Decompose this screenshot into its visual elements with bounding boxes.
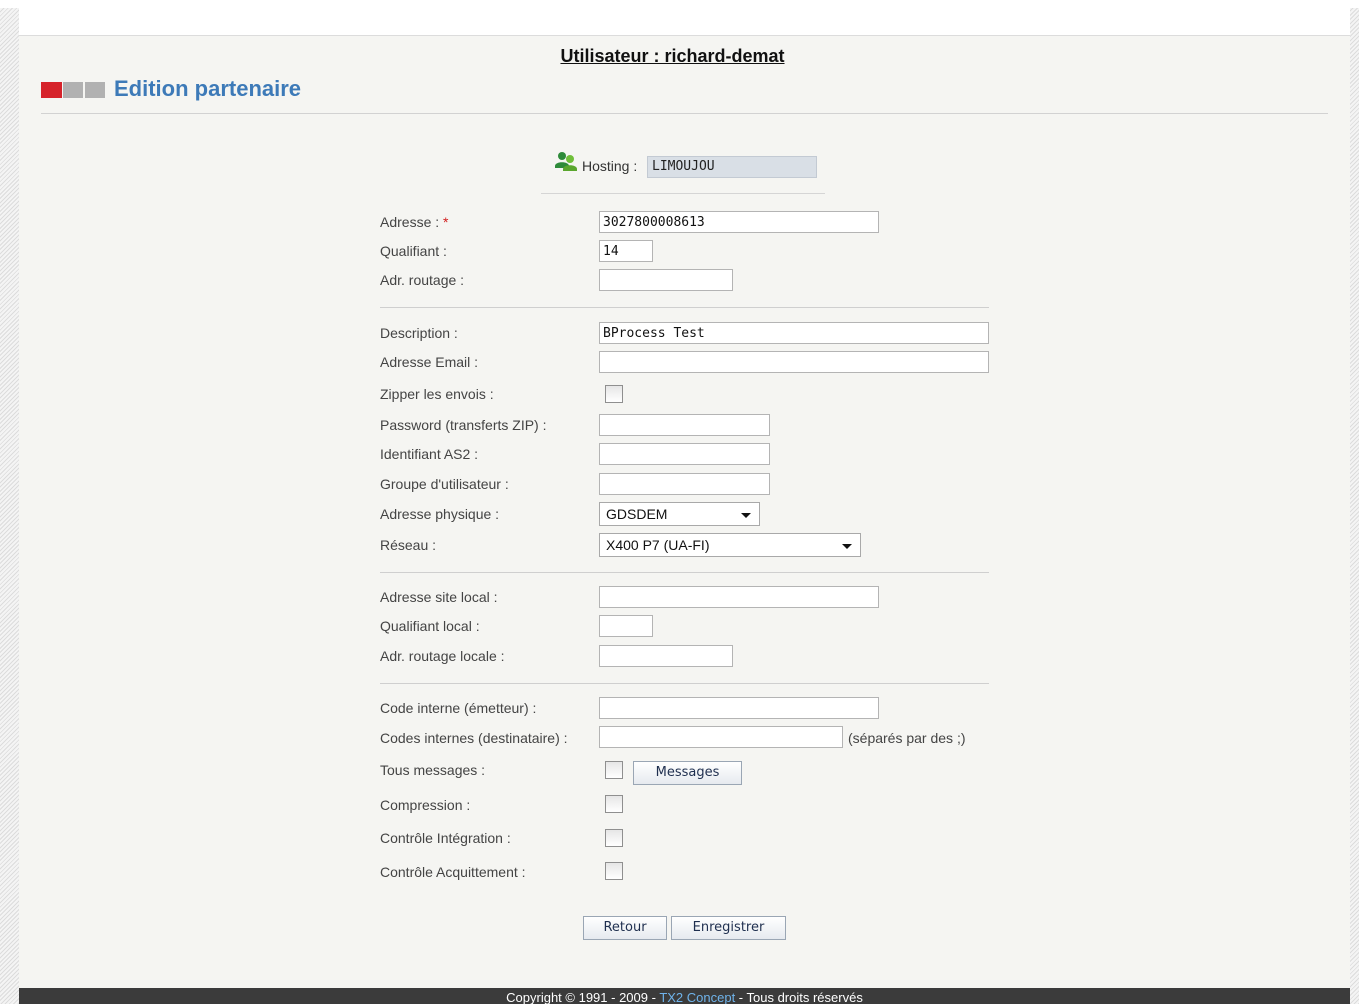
controle-acquittement-label: Contrôle Acquittement : [380,864,526,880]
footer-copyright: Copyright © 1991 - 2009 - [506,990,660,1004]
users-icon [555,151,577,171]
password-zip-label: Password (transferts ZIP) : [380,417,547,433]
adresse-site-local-input[interactable] [599,586,879,608]
header-divider [41,113,1328,114]
chevron-down-icon [741,513,751,518]
adresse-physique-select[interactable]: GDSDEM [599,502,760,526]
identifiant-as2-label: Identifiant AS2 : [380,446,479,462]
codes-internes-destinataire-label: Codes internes (destinataire) : [380,730,568,746]
adr-routage-locale-label: Adr. routage locale : [380,648,505,664]
enregistrer-button[interactable]: Enregistrer [671,916,786,940]
adr-routage-locale-input[interactable] [599,645,733,667]
controle-integration-label: Contrôle Intégration : [380,830,511,846]
adresse-site-local-label: Adresse site local : [380,589,498,605]
adresse-email-input[interactable] [599,351,989,373]
code-interne-emetteur-label: Code interne (émetteur) : [380,700,537,716]
qualifiant-input[interactable] [599,240,653,262]
logo-square-grey-2 [85,82,105,98]
adresse-physique-label: Adresse physique : [380,506,500,522]
user-title: Utilisateur : richard-demat [560,46,785,66]
tous-messages-label: Tous messages : [380,762,486,778]
logo-square-red [41,82,62,98]
adresse-label: Adresse : * [380,214,449,230]
adr-routage-label: Adr. routage : [380,272,465,288]
groupe-utilisateur-label: Groupe d'utilisateur : [380,476,509,492]
zipper-label: Zipper les envois : [380,386,494,402]
chevron-down-icon [842,544,852,549]
reseau-selected: X400 P7 (UA-FI) [606,537,710,553]
codes-internes-hint: (séparés par des ;) [848,730,966,746]
retour-button[interactable]: Retour [583,916,667,940]
reseau-select[interactable]: X400 P7 (UA-FI) [599,533,861,557]
page-logo-icon [41,82,105,98]
hosting-value: LIMOUJOU [647,156,817,178]
hosting-label: Hosting : [582,158,638,174]
password-zip-input[interactable] [599,414,770,436]
required-mark: * [443,214,449,230]
top-strip [0,0,1359,8]
footer-rights: - Tous droits réservés [735,990,863,1004]
qualifiant-local-input[interactable] [599,615,653,637]
controle-acquittement-checkbox[interactable] [605,862,623,880]
groupe-utilisateur-input[interactable] [599,473,770,495]
adresse-input[interactable] [599,211,879,233]
description-label: Description : [380,325,458,341]
section-divider [380,307,989,308]
page-title: Edition partenaire [114,76,302,101]
codes-internes-destinataire-input[interactable] [599,726,843,748]
reseau-label: Réseau : [380,537,437,553]
compression-label: Compression : [380,797,471,813]
section-divider [380,683,989,684]
tous-messages-checkbox[interactable] [605,761,623,779]
logo-square-grey-1 [63,82,83,98]
zipper-checkbox[interactable] [605,385,623,403]
identifiant-as2-input[interactable] [599,443,770,465]
qualifiant-label: Qualifiant : [380,243,447,259]
code-interne-emetteur-input[interactable] [599,697,879,719]
controle-integration-checkbox[interactable] [605,829,623,847]
description-input[interactable] [599,322,989,344]
section-divider [380,572,989,573]
adresse-physique-selected: GDSDEM [606,506,668,522]
adr-routage-input[interactable] [599,269,733,291]
hosting-divider [541,193,825,194]
adresse-email-label: Adresse Email : [380,354,479,370]
compression-checkbox[interactable] [605,795,623,813]
footer-company-link[interactable]: TX2 Concept [659,990,735,1004]
footer: Copyright © 1991 - 2009 - TX2 Concept - … [19,988,1350,1004]
messages-button[interactable]: Messages [633,761,742,785]
qualifiant-local-label: Qualifiant local : [380,618,480,634]
page-panel [19,8,1350,988]
